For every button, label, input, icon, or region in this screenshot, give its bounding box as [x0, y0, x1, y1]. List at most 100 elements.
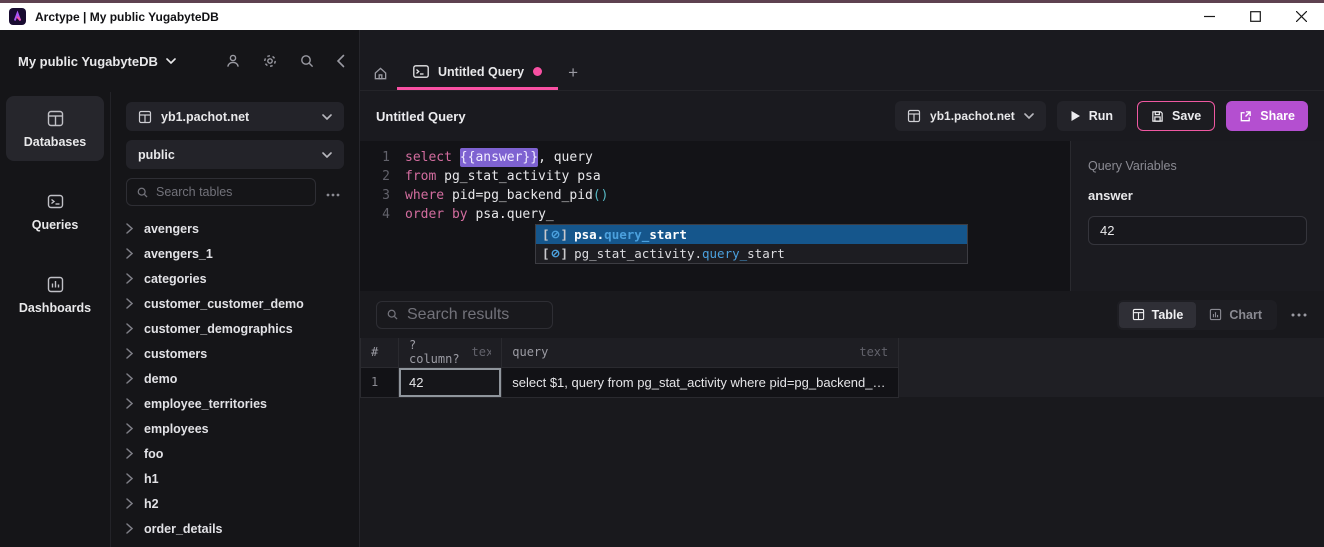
table-item[interactable]: employees	[126, 416, 344, 441]
play-icon	[1070, 110, 1081, 122]
app-window: Arctype | My public YugabyteDB My public…	[0, 0, 1324, 547]
query-title: Untitled Query	[376, 109, 466, 124]
collapse-sidebar-icon[interactable]	[336, 54, 345, 68]
results-more-icon[interactable]	[1287, 313, 1311, 317]
search-icon[interactable]	[299, 53, 315, 69]
autocomplete-suggestion[interactable]: []pg_stat_activity.query_start	[536, 244, 967, 263]
save-button[interactable]: Save	[1137, 101, 1215, 131]
chevron-right-icon	[126, 473, 133, 484]
table-name: h2	[144, 497, 159, 511]
connection-name: yb1.pachot.net	[161, 110, 322, 124]
table-name: customers	[144, 347, 207, 361]
dashboards-icon	[46, 275, 65, 294]
chevron-right-icon	[126, 448, 133, 459]
table-item[interactable]: avengers_1	[126, 241, 344, 266]
nav-item-dashboards[interactable]: Dashboards	[6, 262, 104, 327]
table-name: foo	[144, 447, 163, 461]
code-line[interactable]: 2from pg_stat_activity psa	[360, 167, 1070, 186]
table-item[interactable]: orders	[126, 541, 344, 547]
tab-bar: Untitled Query +	[360, 30, 1324, 91]
table-item[interactable]: employee_territories	[126, 391, 344, 416]
table-list: avengers avengers_1 categoriescustomer_cus…	[126, 216, 344, 547]
search-tables-placeholder: Search tables	[156, 185, 232, 199]
chevron-right-icon	[126, 298, 133, 309]
search-results-placeholder: Search results	[407, 306, 509, 324]
line-number: 2	[360, 167, 390, 186]
code-line[interactable]: 3where pid=pg_backend_pid()	[360, 186, 1070, 205]
results-panel: Search results Table Chart	[360, 291, 1324, 547]
table-item[interactable]: h1	[126, 466, 344, 491]
result-cell-query[interactable]: select $1, query from pg_stat_activity w…	[502, 367, 899, 397]
tables-more-icon[interactable]	[322, 182, 344, 202]
unsaved-changes-dot	[533, 67, 542, 76]
search-results-input[interactable]: Search results	[376, 301, 553, 329]
table-item[interactable]: h2	[126, 491, 344, 516]
table-name: employees	[144, 422, 209, 436]
table-icon	[1132, 308, 1145, 321]
connection-dropdown[interactable]: yb1.pachot.net	[126, 102, 344, 131]
tab-home[interactable]	[363, 56, 397, 90]
chevron-right-icon	[126, 523, 133, 534]
table-name: employee_territories	[144, 397, 267, 411]
column-header-index[interactable]: #	[361, 338, 399, 367]
row-index-cell[interactable]: 1	[361, 367, 399, 397]
databases-icon	[46, 109, 65, 128]
maximize-button[interactable]	[1232, 3, 1278, 30]
code-line[interactable]: 4order by psa.query_	[360, 205, 1070, 224]
suggestion-text: pg_stat_activity.query_start	[574, 244, 785, 263]
minimize-button[interactable]	[1186, 3, 1232, 30]
table-item[interactable]: avengers	[126, 216, 344, 241]
table-item[interactable]: customer_demographics	[126, 316, 344, 341]
query-connection-dropdown[interactable]: yb1.pachot.net	[895, 101, 1046, 131]
database-icon	[138, 110, 152, 124]
table-item[interactable]: foo	[126, 441, 344, 466]
table-item[interactable]: categories	[126, 266, 344, 291]
variable-name: answer	[1088, 188, 1307, 203]
chevron-right-icon	[126, 423, 133, 434]
code-line[interactable]: 1select {{answer}}, query	[360, 148, 1070, 167]
nav-item-databases[interactable]: Databases	[6, 96, 104, 161]
chevron-right-icon	[126, 398, 133, 409]
column-header-query[interactable]: querytext	[502, 338, 899, 367]
table-item[interactable]: customer_customer_demo	[126, 291, 344, 316]
query-header: Untitled Query yb1.pachot.net Run Save	[360, 91, 1324, 141]
arctype-logo-icon	[9, 8, 26, 25]
chevron-right-icon	[126, 498, 133, 509]
table-name: customer_demographics	[144, 322, 293, 336]
table-browser: yb1.pachot.net public Search tables	[111, 92, 359, 547]
run-button[interactable]: Run	[1057, 101, 1126, 131]
settings-gear-icon[interactable]	[262, 53, 278, 69]
schema-name: public	[138, 148, 322, 162]
table-item[interactable]: customers	[126, 341, 344, 366]
view-table-button[interactable]: Table	[1119, 302, 1197, 328]
result-cell-column1[interactable]: 42	[399, 367, 502, 397]
nav-item-queries[interactable]: Queries	[6, 179, 104, 244]
share-button[interactable]: Share	[1226, 101, 1308, 131]
nav-label: Dashboards	[19, 301, 91, 315]
view-chart-button[interactable]: Chart	[1196, 302, 1275, 328]
save-icon	[1151, 110, 1164, 123]
table-item[interactable]: demo	[126, 366, 344, 391]
table-name: demo	[144, 372, 177, 386]
nav-label: Queries	[32, 218, 79, 232]
workspace-switcher[interactable]: My public YugabyteDB	[18, 54, 176, 69]
chevron-right-icon	[126, 373, 133, 384]
account-icon[interactable]	[225, 53, 241, 69]
tab-untitled-query[interactable]: Untitled Query	[397, 56, 558, 90]
autocomplete-suggestion[interactable]: []psa.query_start	[536, 225, 967, 244]
workspace-name: My public YugabyteDB	[18, 54, 158, 69]
sql-editor[interactable]: 1select {{answer}}, query2from pg_stat_a…	[360, 141, 1070, 291]
search-icon	[136, 186, 149, 199]
schema-dropdown[interactable]: public	[126, 140, 344, 169]
home-icon	[373, 66, 388, 81]
column-header-column1[interactable]: ?column?tex	[399, 338, 502, 367]
close-button[interactable]	[1278, 3, 1324, 30]
search-tables-input[interactable]: Search tables	[126, 178, 316, 206]
chevron-down-icon	[1024, 113, 1034, 119]
table-name: avengers_1	[144, 247, 213, 261]
variable-value-input[interactable]: 42	[1088, 216, 1307, 245]
new-tab-button[interactable]: +	[558, 56, 588, 90]
table-item[interactable]: order_details	[126, 516, 344, 541]
autocomplete-popup: []psa.query_start[]pg_stat_activity.quer…	[535, 224, 968, 264]
primary-nav: Databases Queries Dashboards	[0, 92, 111, 547]
